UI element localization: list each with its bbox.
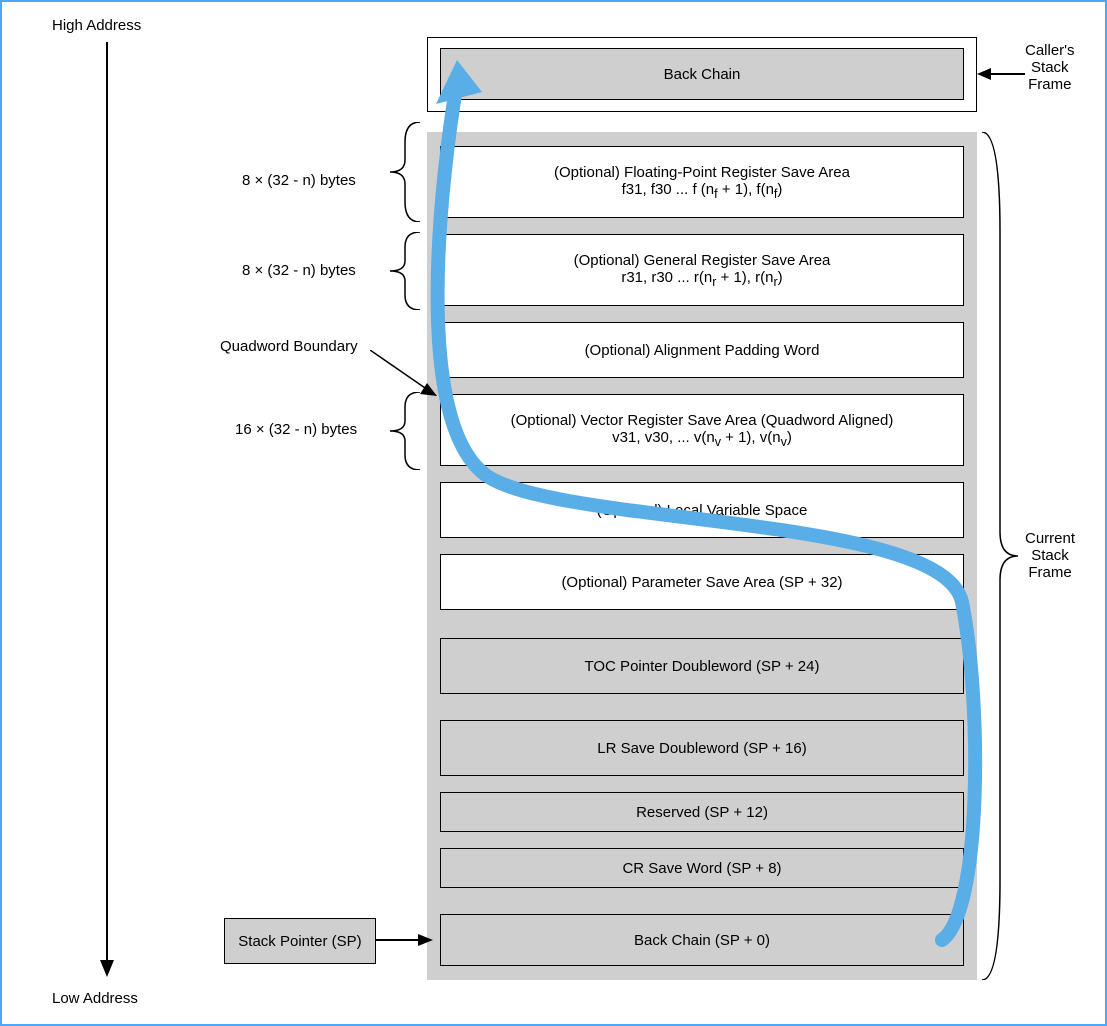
- high-address-label: High Address: [52, 17, 141, 34]
- current-frame-brace-icon: [982, 132, 1022, 980]
- local-text: (Optional) Local Variable Space: [597, 502, 808, 519]
- caller-frame-label-l1: Caller's: [1025, 42, 1075, 59]
- vr-save-cell: (Optional) Vector Register Save Area (Qu…: [440, 394, 964, 466]
- reserved-cell: Reserved (SP + 12): [440, 792, 964, 832]
- vr-save-l1: (Optional) Vector Register Save Area (Qu…: [511, 412, 894, 429]
- toc-text: TOC Pointer Doubleword (SP + 24): [585, 658, 820, 675]
- vr-brace-icon: [390, 392, 426, 470]
- gp-brace-icon: [390, 232, 426, 310]
- toc-cell: TOC Pointer Doubleword (SP + 24): [440, 638, 964, 694]
- fp-size-label: 8 × (32 - n) bytes: [242, 172, 356, 189]
- gp-size-label: 8 × (32 - n) bytes: [242, 262, 356, 279]
- cr-cell: CR Save Word (SP + 8): [440, 848, 964, 888]
- sp-box: Stack Pointer (SP): [224, 918, 376, 964]
- back-chain-caller-cell: Back Chain: [440, 48, 964, 100]
- local-cell: (Optional) Local Variable Space: [440, 482, 964, 538]
- fp-brace-icon: [390, 122, 426, 222]
- fp-save-cell: (Optional) Floating-Point Register Save …: [440, 146, 964, 218]
- caller-frame-label-l2: Stack: [1025, 59, 1075, 76]
- low-address-label: Low Address: [52, 990, 138, 1007]
- align-cell: (Optional) Alignment Padding Word: [440, 322, 964, 378]
- param-text: (Optional) Parameter Save Area (SP + 32): [561, 574, 842, 591]
- vr-size-label: 16 × (32 - n) bytes: [235, 421, 357, 438]
- align-text: (Optional) Alignment Padding Word: [585, 342, 820, 359]
- back-chain-bottom-cell: Back Chain (SP + 0): [440, 914, 964, 966]
- back-chain-bottom-text: Back Chain (SP + 0): [634, 932, 770, 949]
- caller-frame-label-l3: Frame: [1025, 76, 1075, 93]
- sp-arrow: [375, 930, 435, 950]
- fp-save-l1: (Optional) Floating-Point Register Save …: [554, 164, 850, 181]
- quadword-label: Quadword Boundary: [220, 338, 358, 355]
- current-frame-label: Current Stack Frame: [1025, 530, 1075, 581]
- cr-text: CR Save Word (SP + 8): [622, 860, 781, 877]
- lr-text: LR Save Doubleword (SP + 16): [597, 740, 806, 757]
- fp-save-l2: f31, f30 ... f (nf + 1), f(nf): [622, 181, 783, 201]
- gp-save-cell: (Optional) General Register Save Area r3…: [440, 234, 964, 306]
- vr-save-l2: v31, v30, ... v(nv + 1), v(nv): [612, 429, 792, 449]
- current-frame-label-l2: Stack: [1025, 547, 1075, 564]
- lr-cell: LR Save Doubleword (SP + 16): [440, 720, 964, 776]
- reserved-text: Reserved (SP + 12): [636, 804, 768, 821]
- gp-save-l1: (Optional) General Register Save Area: [574, 252, 831, 269]
- caller-frame-arrow: [977, 64, 1025, 84]
- current-frame-label-l3: Frame: [1025, 564, 1075, 581]
- param-cell: (Optional) Parameter Save Area (SP + 32): [440, 554, 964, 610]
- gp-save-l2: r31, r30 ... r(nr + 1), r(nr): [621, 269, 782, 289]
- stack-frame-diagram: High Address Low Address Back Chain Call…: [0, 0, 1107, 1026]
- address-axis-arrow: [97, 42, 117, 982]
- caller-frame-label: Caller's Stack Frame: [1025, 42, 1075, 93]
- back-chain-caller-text: Back Chain: [664, 66, 741, 83]
- current-frame-label-l1: Current: [1025, 530, 1075, 547]
- sp-label: Stack Pointer (SP): [238, 933, 361, 950]
